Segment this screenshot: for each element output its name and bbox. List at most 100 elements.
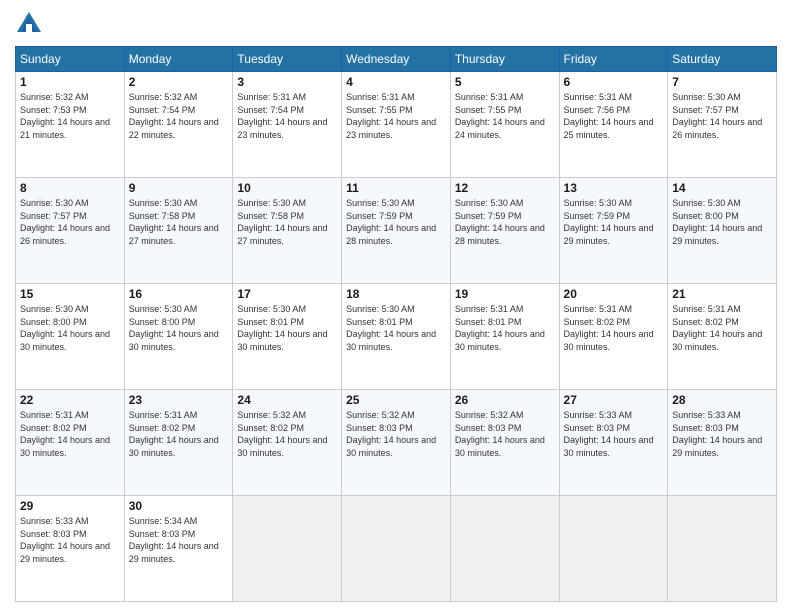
- calendar-header-row: SundayMondayTuesdayWednesdayThursdayFrid…: [16, 47, 777, 72]
- day-number: 15: [20, 287, 120, 301]
- day-info: Sunrise: 5:31 AMSunset: 8:02 PMDaylight:…: [672, 303, 772, 353]
- calendar-cell: 14 Sunrise: 5:30 AMSunset: 8:00 PMDayligh…: [668, 178, 777, 284]
- day-number: 10: [237, 181, 337, 195]
- day-info: Sunrise: 5:32 AMSunset: 7:53 PMDaylight:…: [20, 91, 120, 141]
- calendar-cell: 13 Sunrise: 5:30 AMSunset: 7:59 PMDayligh…: [559, 178, 668, 284]
- day-number: 20: [564, 287, 664, 301]
- calendar-body: 1 Sunrise: 5:32 AMSunset: 7:53 PMDaylight…: [16, 72, 777, 602]
- calendar-cell: 27 Sunrise: 5:33 AMSunset: 8:03 PMDayligh…: [559, 390, 668, 496]
- day-number: 28: [672, 393, 772, 407]
- day-number: 7: [672, 75, 772, 89]
- day-number: 17: [237, 287, 337, 301]
- day-number: 27: [564, 393, 664, 407]
- calendar-cell: [342, 496, 451, 602]
- calendar-cell: 17 Sunrise: 5:30 AMSunset: 8:01 PMDayligh…: [233, 284, 342, 390]
- day-number: 24: [237, 393, 337, 407]
- day-info: Sunrise: 5:34 AMSunset: 8:03 PMDaylight:…: [129, 515, 229, 565]
- day-number: 21: [672, 287, 772, 301]
- day-info: Sunrise: 5:30 AMSunset: 8:00 PMDaylight:…: [20, 303, 120, 353]
- calendar-cell: 24 Sunrise: 5:32 AMSunset: 8:02 PMDayligh…: [233, 390, 342, 496]
- calendar-cell: 30 Sunrise: 5:34 AMSunset: 8:03 PMDayligh…: [124, 496, 233, 602]
- calendar-cell: 10 Sunrise: 5:30 AMSunset: 7:58 PMDayligh…: [233, 178, 342, 284]
- day-number: 19: [455, 287, 555, 301]
- day-info: Sunrise: 5:30 AMSunset: 7:57 PMDaylight:…: [672, 91, 772, 141]
- calendar-cell: 18Sunrise: 5:30 AMSunset: 8:01 PMDayligh…: [342, 284, 451, 390]
- day-info: Sunrise: 5:30 AMSunset: 8:00 PMDaylight:…: [129, 303, 229, 353]
- calendar-week-3: 15 Sunrise: 5:30 AMSunset: 8:00 PMDayligh…: [16, 284, 777, 390]
- day-number: 30: [129, 499, 229, 513]
- header-cell-friday: Friday: [559, 47, 668, 72]
- calendar-cell: 9 Sunrise: 5:30 AMSunset: 7:58 PMDaylight…: [124, 178, 233, 284]
- header-cell-sunday: Sunday: [16, 47, 125, 72]
- day-info: Sunrise: 5:32 AMSunset: 8:03 PMDaylight:…: [346, 409, 446, 459]
- day-number: 8: [20, 181, 120, 195]
- logo: [15, 10, 47, 38]
- day-number: 22: [20, 393, 120, 407]
- day-number: 29: [20, 499, 120, 513]
- calendar-cell: 5 Sunrise: 5:31 AMSunset: 7:55 PMDaylight…: [450, 72, 559, 178]
- calendar-cell: 15 Sunrise: 5:30 AMSunset: 8:00 PMDayligh…: [16, 284, 125, 390]
- day-info: Sunrise: 5:30 AMSunset: 8:01 PMDaylight:…: [237, 303, 337, 353]
- day-number: 11: [346, 181, 446, 195]
- header: [15, 10, 777, 38]
- calendar-cell: 1 Sunrise: 5:32 AMSunset: 7:53 PMDaylight…: [16, 72, 125, 178]
- calendar-cell: 29 Sunrise: 5:33 AMSunset: 8:03 PMDayligh…: [16, 496, 125, 602]
- day-number: 9: [129, 181, 229, 195]
- day-info: Sunrise: 5:31 AMSunset: 7:56 PMDaylight:…: [564, 91, 664, 141]
- day-info: Sunrise: 5:33 AMSunset: 8:03 PMDaylight:…: [672, 409, 772, 459]
- calendar-cell: 25Sunrise: 5:32 AMSunset: 8:03 PMDayligh…: [342, 390, 451, 496]
- header-cell-tuesday: Tuesday: [233, 47, 342, 72]
- day-number: 26: [455, 393, 555, 407]
- day-info: Sunrise: 5:33 AMSunset: 8:03 PMDaylight:…: [564, 409, 664, 459]
- day-number: 16: [129, 287, 229, 301]
- day-info: Sunrise: 5:30 AMSunset: 7:58 PMDaylight:…: [237, 197, 337, 247]
- day-info: Sunrise: 5:31 AMSunset: 7:55 PMDaylight:…: [346, 91, 446, 141]
- calendar-cell: 3 Sunrise: 5:31 AMSunset: 7:54 PMDaylight…: [233, 72, 342, 178]
- day-info: Sunrise: 5:32 AMSunset: 8:03 PMDaylight:…: [455, 409, 555, 459]
- day-number: 6: [564, 75, 664, 89]
- header-cell-wednesday: Wednesday: [342, 47, 451, 72]
- calendar-cell: 11 Sunrise: 5:30 AMSunset: 7:59 PMDayligh…: [342, 178, 451, 284]
- calendar-cell: 19 Sunrise: 5:31 AMSunset: 8:01 PMDayligh…: [450, 284, 559, 390]
- day-info: Sunrise: 5:30 AMSunset: 8:01 PMDaylight:…: [346, 303, 446, 353]
- day-info: Sunrise: 5:31 AMSunset: 7:54 PMDaylight:…: [237, 91, 337, 141]
- day-number: 5: [455, 75, 555, 89]
- calendar-cell: 2 Sunrise: 5:32 AMSunset: 7:54 PMDaylight…: [124, 72, 233, 178]
- day-number: 23: [129, 393, 229, 407]
- calendar-cell: 4Sunrise: 5:31 AMSunset: 7:55 PMDaylight…: [342, 72, 451, 178]
- calendar-cell: 16 Sunrise: 5:30 AMSunset: 8:00 PMDayligh…: [124, 284, 233, 390]
- day-number: 13: [564, 181, 664, 195]
- day-info: Sunrise: 5:30 AMSunset: 7:59 PMDaylight:…: [455, 197, 555, 247]
- day-number: 2: [129, 75, 229, 89]
- calendar: SundayMondayTuesdayWednesdayThursdayFrid…: [15, 46, 777, 602]
- calendar-cell: 26 Sunrise: 5:32 AMSunset: 8:03 PMDayligh…: [450, 390, 559, 496]
- day-info: Sunrise: 5:31 AMSunset: 8:02 PMDaylight:…: [564, 303, 664, 353]
- day-info: Sunrise: 5:32 AMSunset: 7:54 PMDaylight:…: [129, 91, 229, 141]
- day-info: Sunrise: 5:33 AMSunset: 8:03 PMDaylight:…: [20, 515, 120, 565]
- day-info: Sunrise: 5:30 AMSunset: 7:59 PMDaylight:…: [346, 197, 446, 247]
- calendar-cell: 22 Sunrise: 5:31 AMSunset: 8:02 PMDayligh…: [16, 390, 125, 496]
- calendar-cell: [559, 496, 668, 602]
- day-number: 1: [20, 75, 120, 89]
- day-info: Sunrise: 5:30 AMSunset: 7:59 PMDaylight:…: [564, 197, 664, 247]
- header-cell-monday: Monday: [124, 47, 233, 72]
- calendar-cell: 23Sunrise: 5:31 AMSunset: 8:02 PMDayligh…: [124, 390, 233, 496]
- day-info: Sunrise: 5:31 AMSunset: 8:02 PMDaylight:…: [20, 409, 120, 459]
- calendar-cell: 7 Sunrise: 5:30 AMSunset: 7:57 PMDaylight…: [668, 72, 777, 178]
- day-number: 14: [672, 181, 772, 195]
- day-info: Sunrise: 5:30 AMSunset: 8:00 PMDaylight:…: [672, 197, 772, 247]
- calendar-cell: [668, 496, 777, 602]
- calendar-week-5: 29 Sunrise: 5:33 AMSunset: 8:03 PMDayligh…: [16, 496, 777, 602]
- day-info: Sunrise: 5:31 AMSunset: 8:01 PMDaylight:…: [455, 303, 555, 353]
- day-number: 12: [455, 181, 555, 195]
- day-info: Sunrise: 5:31 AMSunset: 7:55 PMDaylight:…: [455, 91, 555, 141]
- calendar-cell: 20 Sunrise: 5:31 AMSunset: 8:02 PMDayligh…: [559, 284, 668, 390]
- calendar-week-2: 8Sunrise: 5:30 AMSunset: 7:57 PMDaylight…: [16, 178, 777, 284]
- page: SundayMondayTuesdayWednesdayThursdayFrid…: [0, 0, 792, 612]
- day-number: 3: [237, 75, 337, 89]
- day-info: Sunrise: 5:30 AMSunset: 7:58 PMDaylight:…: [129, 197, 229, 247]
- calendar-week-4: 22 Sunrise: 5:31 AMSunset: 8:02 PMDayligh…: [16, 390, 777, 496]
- calendar-cell: [450, 496, 559, 602]
- day-info: Sunrise: 5:32 AMSunset: 8:02 PMDaylight:…: [237, 409, 337, 459]
- calendar-cell: 21 Sunrise: 5:31 AMSunset: 8:02 PMDayligh…: [668, 284, 777, 390]
